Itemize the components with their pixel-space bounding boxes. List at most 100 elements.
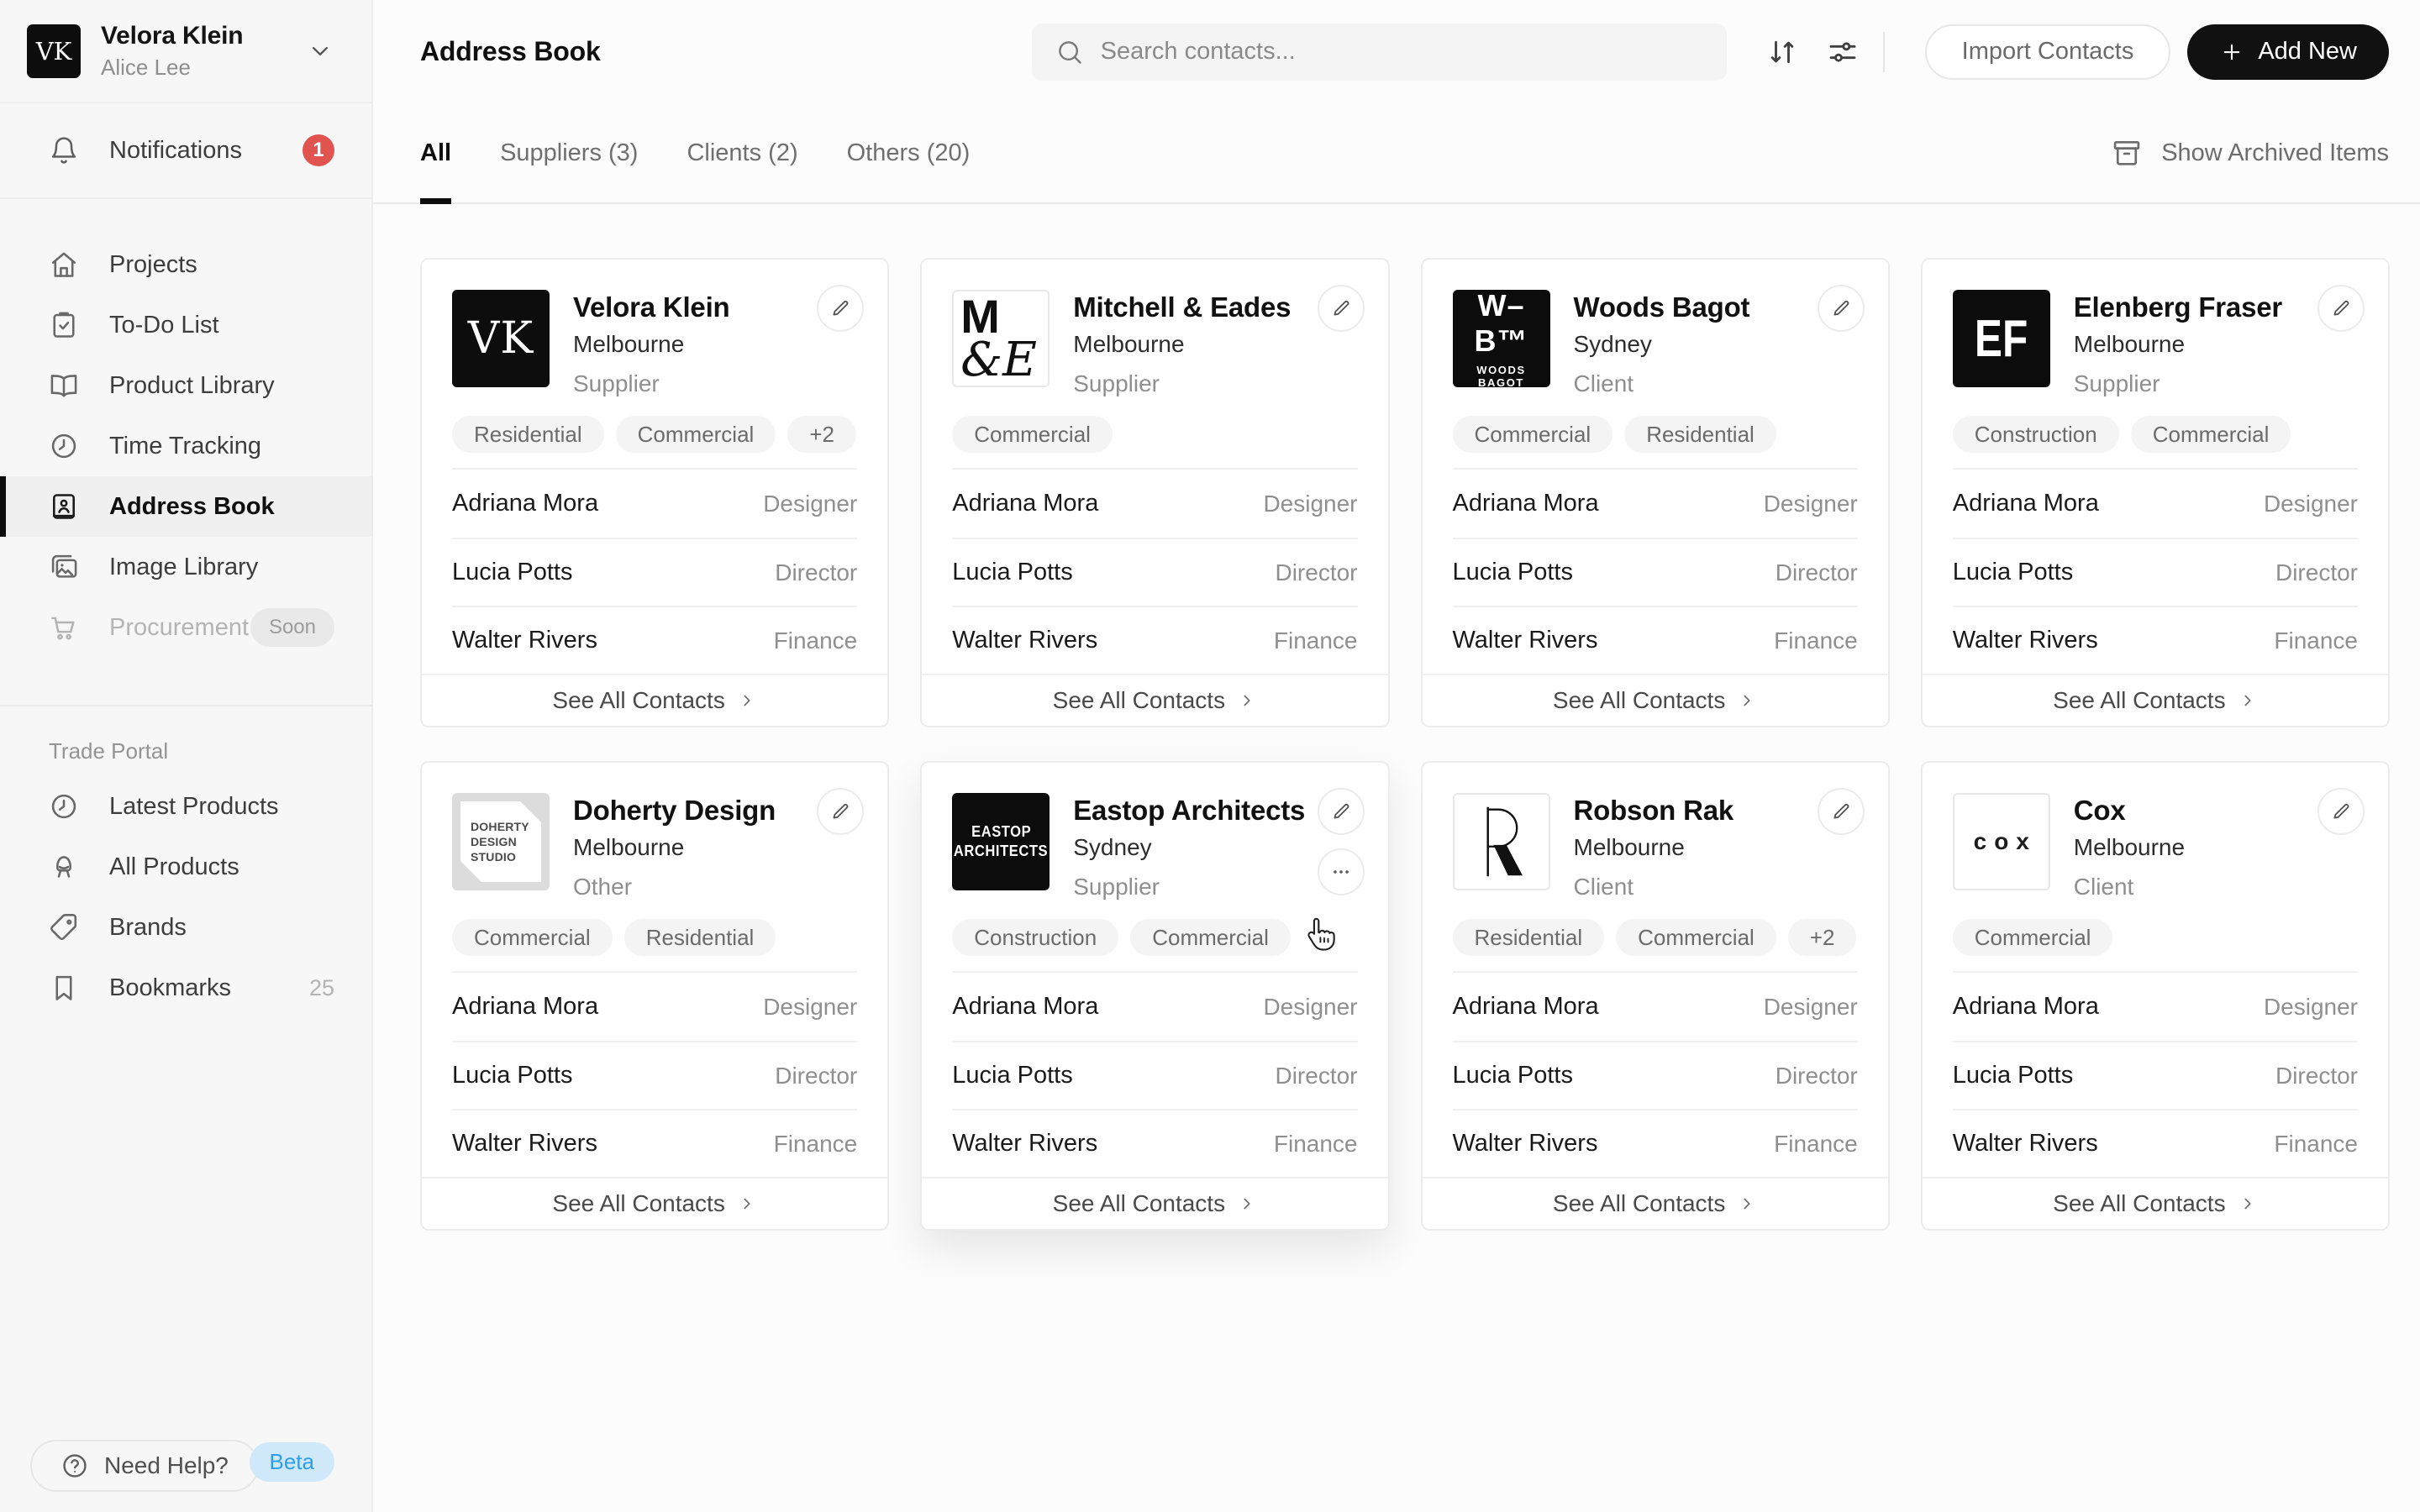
contact-name: Lucia Potts bbox=[952, 559, 1072, 586]
contact-row: Adriana MoraDesigner bbox=[452, 973, 857, 1041]
see-all-contacts-button[interactable]: See All Contacts bbox=[552, 1190, 756, 1217]
see-all-label: See All Contacts bbox=[552, 687, 724, 714]
pencil-icon bbox=[2330, 801, 2352, 822]
card-header: Robson Rak Melbourne Client bbox=[1453, 793, 1858, 900]
contact-row: Walter RiversFinance bbox=[952, 1109, 1357, 1177]
contact-name: Adriana Mora bbox=[1453, 993, 1599, 1021]
edit-button[interactable] bbox=[1818, 285, 1865, 332]
card-footer: See All Contacts bbox=[1923, 1177, 2388, 1229]
sidebar-item-brands[interactable]: Brands bbox=[0, 897, 371, 958]
sidebar-item-all-products[interactable]: All Products bbox=[0, 837, 371, 897]
sidebar-item-bookmarks[interactable]: Bookmarks 25 bbox=[0, 958, 371, 1018]
see-all-contacts-button[interactable]: See All Contacts bbox=[1553, 1190, 1757, 1217]
pencil-icon bbox=[1830, 297, 1852, 319]
contact-card[interactable]: cox Cox Melbourne Client Commercial Adri… bbox=[1921, 761, 2390, 1231]
sidebar-item-procurement[interactable]: Procurement Soon bbox=[0, 597, 371, 658]
tag-pill: Construction bbox=[952, 919, 1118, 956]
add-new-button[interactable]: Add New bbox=[2187, 24, 2389, 80]
contact-card[interactable]: Robson Rak Melbourne Client ResidentialC… bbox=[1421, 761, 1890, 1231]
contact-card[interactable]: DOHERTYDESIGN STUDIO Doherty Design Melb… bbox=[420, 761, 889, 1231]
cart-icon bbox=[49, 612, 79, 643]
see-all-contacts-button[interactable]: See All Contacts bbox=[1053, 687, 1257, 714]
tab-suppliers[interactable]: Suppliers (3) bbox=[500, 103, 638, 202]
contact-card[interactable]: W–B™WOODS BAGOT Woods Bagot Sydney Clien… bbox=[1421, 258, 1890, 727]
sidebar-item-todo-list[interactable]: To-Do List bbox=[0, 295, 371, 355]
edit-button[interactable] bbox=[1818, 788, 1865, 835]
sidebar-item-product-library[interactable]: Product Library bbox=[0, 355, 371, 416]
contact-name: Lucia Potts bbox=[1453, 1062, 1573, 1089]
card-header: DOHERTYDESIGN STUDIO Doherty Design Melb… bbox=[452, 793, 857, 900]
contact-row: Adriana MoraDesigner bbox=[452, 470, 857, 538]
company-logo: EF bbox=[1953, 290, 2050, 387]
company-logo: W–B™WOODS BAGOT bbox=[1453, 290, 1550, 387]
more-options-button[interactable] bbox=[1318, 848, 1365, 895]
tab-all[interactable]: All bbox=[420, 103, 451, 202]
logo-text: cox bbox=[1966, 828, 2037, 855]
edit-button[interactable] bbox=[1318, 285, 1365, 332]
contact-name: Walter Rivers bbox=[452, 1130, 597, 1158]
contact-name: Adriana Mora bbox=[1953, 993, 2099, 1021]
contact-row: Walter RiversFinance bbox=[1453, 1109, 1858, 1177]
contact-role: Director bbox=[2275, 559, 2358, 586]
filter-button[interactable] bbox=[1826, 35, 1860, 69]
toolbar-divider bbox=[1883, 32, 1885, 72]
edit-button[interactable] bbox=[1318, 788, 1365, 835]
contact-row: Walter RiversFinance bbox=[952, 606, 1357, 674]
see-all-contacts-button[interactable]: See All Contacts bbox=[552, 687, 756, 714]
contact-name: Walter Rivers bbox=[1953, 627, 2098, 654]
card-header: VK Velora Klein Melbourne Supplier bbox=[452, 290, 857, 397]
import-contacts-button[interactable]: Import Contacts bbox=[1925, 24, 2171, 80]
edit-button[interactable] bbox=[2317, 788, 2365, 835]
tag-pill: Residential bbox=[1453, 919, 1605, 956]
edit-button[interactable] bbox=[2317, 285, 2365, 332]
logo-text: VK bbox=[468, 313, 534, 364]
see-all-contacts-button[interactable]: See All Contacts bbox=[2053, 1190, 2257, 1217]
see-all-contacts-button[interactable]: See All Contacts bbox=[1553, 687, 1757, 714]
chevron-right-icon bbox=[737, 1194, 757, 1214]
logo-text: DOHERTY bbox=[471, 819, 541, 834]
tags-row: ResidentialCommercial+2 bbox=[452, 416, 857, 453]
card-footer: See All Contacts bbox=[922, 674, 1387, 726]
sidebar-item-time-tracking[interactable]: Time Tracking bbox=[0, 416, 371, 476]
contact-role: Finance bbox=[774, 627, 858, 654]
see-all-contacts-button[interactable]: See All Contacts bbox=[1053, 1190, 1257, 1217]
company-name: Woods Bagot bbox=[1574, 291, 1750, 323]
contact-row: Lucia PottsDirector bbox=[1953, 1041, 2358, 1109]
sidebar-item-image-library[interactable]: Image Library bbox=[0, 537, 371, 597]
sort-arrows-icon bbox=[1765, 35, 1799, 69]
search-input[interactable] bbox=[1101, 38, 1703, 66]
contact-card[interactable]: EASTOPARCHITECTS Eastop Architects Sydne… bbox=[920, 761, 1389, 1231]
company-logo: EASTOPARCHITECTS bbox=[952, 793, 1050, 890]
show-archived-button[interactable]: Show Archived Items bbox=[2111, 137, 2389, 169]
company-name: Eastop Architects bbox=[1073, 795, 1305, 827]
logo-text: EF bbox=[1975, 309, 2028, 369]
contact-role: Designer bbox=[2264, 491, 2358, 517]
edit-button[interactable] bbox=[817, 285, 864, 332]
contact-card[interactable]: M&E Mitchell & Eades Melbourne Supplier … bbox=[920, 258, 1389, 727]
tag-pill: Commercial bbox=[1130, 919, 1291, 956]
tag-pill: +2 bbox=[787, 416, 856, 453]
home-icon bbox=[49, 249, 79, 280]
pencil-icon bbox=[829, 297, 851, 319]
pencil-icon bbox=[829, 801, 851, 822]
sidebar-item-address-book[interactable]: Address Book bbox=[0, 476, 371, 537]
tab-clients[interactable]: Clients (2) bbox=[687, 103, 797, 202]
company-type: Supplier bbox=[2074, 370, 2282, 397]
need-help-button[interactable]: Need Help? bbox=[30, 1440, 259, 1492]
contact-card[interactable]: EF Elenberg Fraser Melbourne Supplier Co… bbox=[1921, 258, 2390, 727]
card-header: M&E Mitchell & Eades Melbourne Supplier bbox=[952, 290, 1357, 397]
sidebar-item-projects[interactable]: Projects bbox=[0, 234, 371, 295]
tab-others[interactable]: Others (20) bbox=[847, 103, 971, 202]
tag-pill: Commercial bbox=[2131, 416, 2291, 453]
edit-button[interactable] bbox=[817, 788, 864, 835]
workspace-switcher[interactable]: VK Velora Klein Alice Lee bbox=[0, 0, 371, 103]
sidebar-item-notifications[interactable]: Notifications 1 bbox=[0, 103, 371, 199]
contact-name: Walter Rivers bbox=[452, 627, 597, 654]
contact-row: Lucia PottsDirector bbox=[1453, 538, 1858, 606]
search-box[interactable] bbox=[1032, 24, 1727, 81]
see-all-contacts-button[interactable]: See All Contacts bbox=[2053, 687, 2257, 714]
company-name: Elenberg Fraser bbox=[2074, 291, 2282, 323]
contact-card[interactable]: VK Velora Klein Melbourne Supplier Resid… bbox=[420, 258, 889, 727]
sidebar-item-latest-products[interactable]: Latest Products bbox=[0, 776, 371, 837]
sort-button[interactable] bbox=[1765, 35, 1799, 69]
